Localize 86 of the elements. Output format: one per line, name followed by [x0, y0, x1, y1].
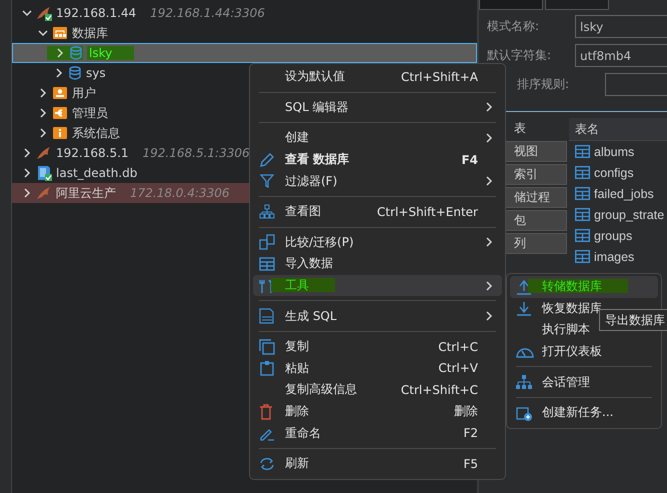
- menu-item[interactable]: 工具: [253, 274, 502, 296]
- chevron-right-icon: [484, 237, 494, 248]
- item-label: 用户: [72, 84, 96, 102]
- copy-icon: [259, 338, 275, 355]
- task-add-icon: [516, 404, 532, 421]
- chevron-right-icon: [484, 280, 494, 291]
- menu-item[interactable]: 导入数据: [253, 253, 502, 275]
- field-label: 默认字符集:: [487, 47, 552, 64]
- menu-item[interactable]: 刷新 F5: [253, 452, 502, 474]
- shortcut-label: Ctrl+Shift+C: [400, 382, 478, 397]
- shortcut-label: F4: [461, 152, 478, 167]
- shortcut-label: F2: [463, 426, 478, 440]
- download-icon: [516, 300, 532, 316]
- chevron-right-icon: [484, 132, 494, 143]
- table-icon: [575, 229, 590, 242]
- compare-icon: [259, 234, 275, 250]
- table-name[interactable]: albums: [594, 144, 634, 158]
- item-label: 管理员: [72, 104, 108, 122]
- shortcut-label: F5: [463, 456, 478, 471]
- menu-item[interactable]: 生成 SQL: [253, 305, 502, 327]
- menu-item[interactable]: 重命名 F2: [253, 422, 502, 444]
- shortcut-label: Ctrl+Shift+Enter: [377, 204, 478, 219]
- connection-address: 192.168.1.44:3306: [150, 6, 265, 20]
- table-icon: [575, 166, 590, 179]
- shortcut-label: Ctrl+Shift+A: [401, 70, 478, 84]
- table-icon: [575, 145, 590, 158]
- item-label: 192.168.5.1: [56, 146, 129, 160]
- info-folder-icon: [52, 126, 68, 140]
- trash-icon: [259, 404, 273, 420]
- field-label: 模式名称:: [487, 18, 540, 35]
- menu-item[interactable]: 设为默认值 Ctrl+Shift+A: [253, 66, 502, 88]
- table-name[interactable]: failed_jobs: [594, 186, 654, 200]
- table-icon: [575, 187, 590, 200]
- menu-item[interactable]: 会话管理: [510, 371, 658, 393]
- user-folder-icon: [52, 86, 68, 100]
- tree-item[interactable]: 192.168.1.44 192.168.1.44:3306: [12, 3, 477, 23]
- clipboard-icon: [259, 360, 275, 376]
- properties-tab[interactable]: [479, 0, 543, 10]
- item-label: lsky: [87, 46, 134, 60]
- shortcut-label: 删除: [454, 403, 478, 420]
- shortcut-label: Ctrl+V: [438, 361, 478, 376]
- item-label: 系统信息: [72, 124, 120, 142]
- menu-item[interactable]: 删除 删除: [253, 400, 502, 422]
- field-label: 排序规则:: [516, 76, 570, 93]
- table-name[interactable]: groups: [594, 228, 632, 242]
- connection-address: 192.168.5.1:3306: [142, 146, 250, 160]
- item-label: 数据库: [72, 24, 108, 42]
- menu-item[interactable]: 转储数据库: [510, 276, 658, 298]
- database-icon: [69, 46, 83, 60]
- item-label: 192.168.1.44: [56, 6, 136, 20]
- item-label: 阿里云生产: [56, 184, 116, 202]
- table-icon: [575, 250, 590, 263]
- text-field[interactable]: lsky: [575, 15, 667, 38]
- column-header[interactable]: 表名: [569, 118, 667, 141]
- text-field[interactable]: utf8mb4: [575, 44, 667, 67]
- tree-item[interactable]: lsky: [12, 43, 477, 63]
- upload-icon: [516, 278, 532, 295]
- chevron-right-icon: [484, 176, 494, 186]
- database-folder-icon: [52, 26, 68, 40]
- menu-item[interactable]: SQL 编辑器: [253, 96, 502, 118]
- filter-icon: [259, 173, 275, 190]
- menu-item[interactable]: 粘贴 Ctrl+V: [253, 358, 502, 380]
- hierarchy-icon: [516, 374, 532, 390]
- table-name[interactable]: configs: [594, 166, 634, 180]
- table-name[interactable]: images: [594, 250, 634, 264]
- table-icon: [575, 208, 590, 221]
- chevron-right-icon: [484, 311, 494, 322]
- database-icon: [68, 66, 82, 80]
- pencil-icon: [259, 152, 275, 168]
- shortcut-label: Ctrl+C: [438, 340, 478, 354]
- menu-item[interactable]: 复制高级信息 Ctrl+Shift+C: [253, 379, 502, 401]
- table-icon: [259, 256, 275, 271]
- diagram-tab[interactable]: [545, 0, 609, 10]
- connection-address: 172.18.0.4:3306: [130, 186, 230, 200]
- wrench-folder-icon: [52, 106, 68, 120]
- tooltip: 导出数据库: [599, 309, 667, 331]
- menu-item[interactable]: 打开仪表板: [510, 340, 658, 362]
- table-name[interactable]: group_strate: [594, 208, 664, 222]
- item-label: sys: [86, 66, 106, 80]
- refresh-icon: [259, 456, 275, 472]
- tree-item[interactable]: 数据库: [12, 23, 477, 43]
- hierarchy-icon: [259, 204, 275, 220]
- menu-item[interactable]: 创建新任务...: [510, 402, 658, 424]
- menu-item[interactable]: 复制 Ctrl+C: [253, 336, 502, 358]
- item-label: last_death.db: [56, 166, 138, 180]
- chevron-right-icon: [484, 102, 494, 112]
